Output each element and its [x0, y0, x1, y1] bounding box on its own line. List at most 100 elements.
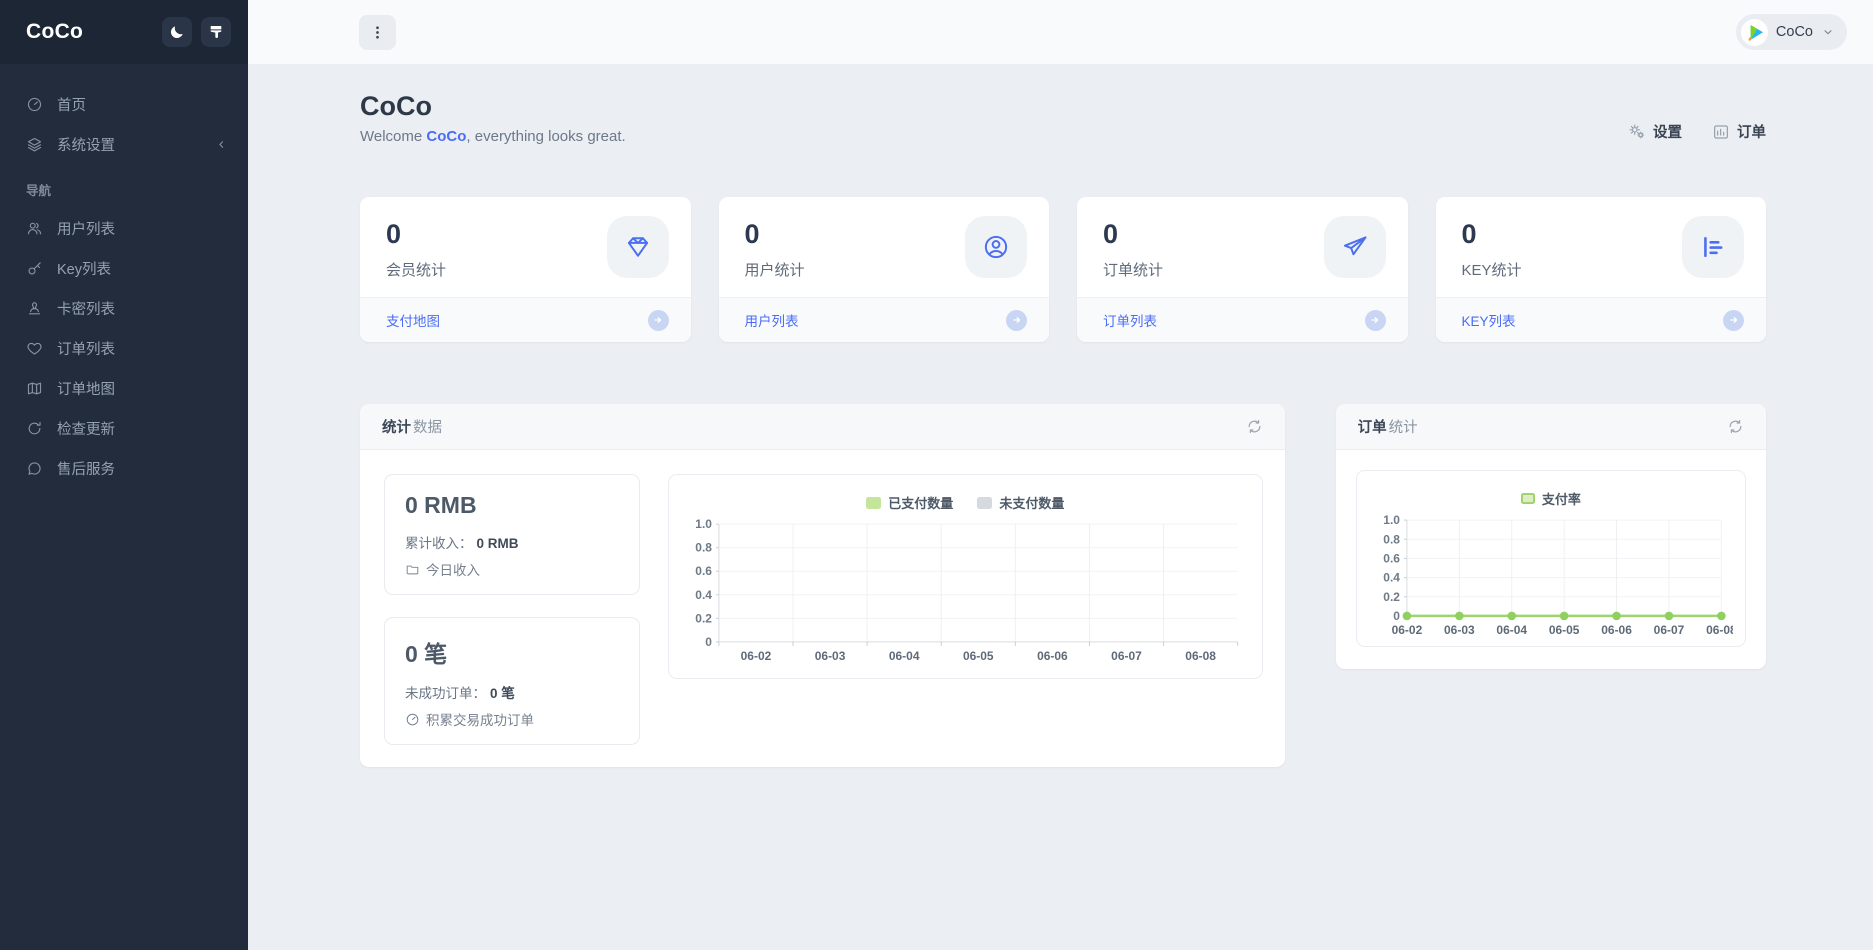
chevron-left-icon: [215, 138, 228, 151]
sidebar-item-card-list[interactable]: 卡密列表: [0, 288, 248, 328]
main-content: CoCo Welcome CoCo, everything looks grea…: [248, 64, 1873, 950]
stats-boxes: 0 RMB 累计收入：0 RMB 今日收入 0 笔 未成功订单：0 笔 积累交易…: [384, 474, 640, 745]
stat-card-body: 0订单统计: [1077, 197, 1408, 297]
svg-text:0.8: 0.8: [1383, 532, 1400, 546]
key-icon: [26, 260, 43, 277]
refresh-icon: [26, 420, 43, 437]
svg-text:06-04: 06-04: [1496, 623, 1527, 637]
stat-card-link[interactable]: 订单列表: [1103, 310, 1157, 330]
svg-text:0.6: 0.6: [695, 564, 712, 578]
svg-text:0: 0: [705, 635, 712, 649]
arrow-right-badge[interactable]: [1365, 310, 1386, 331]
welcome-suffix: , everything looks great.: [466, 128, 625, 145]
svg-text:0.2: 0.2: [1383, 590, 1400, 604]
orders-panel-header: 订单 统计: [1336, 404, 1766, 450]
sidebar-item-label: 用户列表: [57, 218, 228, 239]
stat-card-key-stats: 0KEY统计KEY列表: [1436, 197, 1767, 342]
topbar: CoCo: [248, 0, 1873, 64]
sidebar-item-check-update[interactable]: 检查更新: [0, 408, 248, 448]
sidebar-header: CoCo: [0, 0, 248, 64]
sidebar-item-user-list[interactable]: 用户列表: [0, 208, 248, 248]
page-title: CoCo: [360, 90, 626, 122]
header-action-orders[interactable]: 订单: [1712, 121, 1766, 142]
legend-item[interactable]: 已支付数量: [866, 493, 953, 512]
svg-text:06-05: 06-05: [1548, 623, 1579, 637]
legend-label: 已支付数量: [888, 493, 953, 512]
kebab-icon: [368, 23, 387, 42]
svg-text:06-07: 06-07: [1653, 623, 1684, 637]
welcome-user-link[interactable]: CoCo: [426, 128, 466, 145]
panels-row: 统计 数据 0 RMB 累计收入：0 RMB 今日收入 0 笔 未成功订单：0 …: [360, 404, 1766, 767]
user-menu[interactable]: CoCo: [1736, 14, 1847, 50]
svg-text:0.4: 0.4: [695, 588, 712, 602]
stats-panel: 统计 数据 0 RMB 累计收入：0 RMB 今日收入 0 笔 未成功订单：0 …: [360, 404, 1285, 767]
svg-text:06-05: 06-05: [963, 649, 994, 663]
page-head: CoCo Welcome CoCo, everything looks grea…: [360, 90, 1766, 145]
svg-text:0.2: 0.2: [695, 611, 712, 625]
dark-mode-toggle[interactable]: [162, 17, 192, 47]
sidebar-item-home[interactable]: 首页: [0, 84, 248, 124]
sync-icon: [1246, 418, 1263, 435]
stat-card-link[interactable]: 用户列表: [745, 310, 799, 330]
orders-caption: 积累交易成功订单: [405, 709, 619, 729]
legend-marker: [977, 497, 992, 509]
orders-refresh-button[interactable]: [1727, 418, 1744, 435]
user-circle-icon: [982, 233, 1010, 261]
arrow-right-badge[interactable]: [648, 310, 669, 331]
sidebar-menu-button[interactable]: [359, 15, 396, 50]
chevron-down-icon: [1821, 25, 1835, 39]
stat-card-body: 0用户统计: [719, 197, 1050, 297]
svg-text:1.0: 1.0: [695, 517, 712, 531]
order-chart-icon: [1712, 123, 1730, 141]
sidebar-item-label: 系统设置: [57, 134, 201, 155]
svg-text:0: 0: [1393, 609, 1400, 623]
svg-text:06-07: 06-07: [1111, 649, 1142, 663]
sidebar-item-system-settings[interactable]: 系统设置: [0, 124, 248, 164]
header-action-settings[interactable]: 设置: [1628, 121, 1682, 142]
orders-panel-body: 支付率 1.00.80.60.40.2006-0206-0306-0406-05…: [1336, 450, 1766, 669]
svg-text:06-02: 06-02: [1391, 623, 1422, 637]
stats-panel-title-bold: 统计: [382, 416, 411, 437]
header-action-label: 订单: [1737, 121, 1766, 142]
stat-card-member-stats: 0会员统计支付地图: [360, 197, 691, 342]
sidebar-item-label: 订单列表: [57, 338, 228, 359]
payrate-chart: 1.00.80.60.40.2006-0206-0306-0406-0506-0…: [1369, 512, 1733, 642]
orders-box: 0 笔 未成功订单：0 笔 积累交易成功订单: [384, 617, 640, 745]
income-line: 累计收入：0 RMB: [405, 532, 619, 552]
sidebar-item-order-list[interactable]: 订单列表: [0, 328, 248, 368]
income-caption: 今日收入: [405, 559, 619, 579]
nav-section-label: 导航: [0, 164, 248, 208]
svg-text:06-02: 06-02: [741, 649, 772, 663]
legend-item[interactable]: 未支付数量: [977, 493, 1064, 512]
avatar: [1741, 19, 1768, 46]
payments-chart-legend: 已支付数量 未支付数量: [681, 493, 1250, 512]
svg-text:0.6: 0.6: [1383, 551, 1400, 565]
sidebar-item-key-list[interactable]: Key列表: [0, 248, 248, 288]
svg-text:06-04: 06-04: [889, 649, 920, 663]
orders-panel-title-light: 统计: [1389, 416, 1418, 437]
orders-headline: 0 笔: [405, 635, 619, 669]
stats-refresh-button[interactable]: [1246, 418, 1263, 435]
legend-marker: [1521, 493, 1535, 504]
sidebar-nav-items: 用户列表 Key列表卡密列表订单列表订单地图检查更新售后服务: [0, 208, 248, 488]
gauge-icon: [405, 712, 420, 727]
legend-marker: [866, 497, 881, 509]
stat-card-footer: KEY列表: [1436, 297, 1767, 342]
theme-brush-button[interactable]: [201, 17, 231, 47]
stat-icon-tile: [1682, 216, 1744, 278]
gauge-icon: [26, 96, 43, 113]
stat-card-link[interactable]: KEY列表: [1462, 310, 1516, 330]
stat-icon-tile: [607, 216, 669, 278]
income-caption-text: 今日收入: [426, 559, 480, 579]
sidebar-item-label: 售后服务: [57, 458, 228, 479]
stat-card-link[interactable]: 支付地图: [386, 310, 440, 330]
heart-icon: [26, 340, 43, 357]
sidebar-nav: 首页系统设置 导航 用户列表 Key列表卡密列表订单列表订单地图检查更新售后服务: [0, 64, 248, 488]
sidebar-item-after-sales[interactable]: 售后服务: [0, 448, 248, 488]
header-actions: 设置 订单: [1628, 121, 1766, 145]
legend-item[interactable]: 支付率: [1521, 489, 1581, 508]
arrow-right-badge[interactable]: [1006, 310, 1027, 331]
arrow-right-badge[interactable]: [1723, 310, 1744, 331]
sidebar-item-order-map[interactable]: 订单地图: [0, 368, 248, 408]
sync-icon: [1727, 418, 1744, 435]
